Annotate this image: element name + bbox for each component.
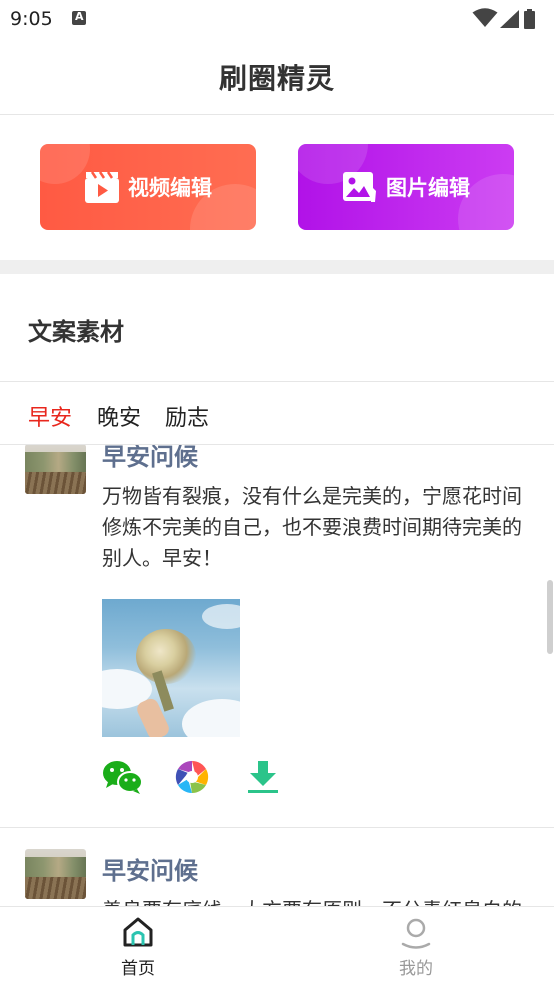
wechat-icon[interactable] [102, 759, 144, 795]
avatar [25, 445, 86, 494]
tab-motivation[interactable]: 励志 [165, 400, 209, 432]
moments-icon[interactable] [174, 759, 210, 795]
nav-mine-label: 我的 [399, 959, 433, 979]
post-text[interactable]: 万物皆有裂痕，没有什么是完美的，宁愿花时间修炼不完美的自己，也不要浪费时间期待完… [102, 481, 522, 574]
section-header: 文案素材 [0, 274, 554, 382]
app-header: 刷圈精灵 [0, 40, 554, 115]
avatar [25, 849, 86, 899]
post-feed[interactable]: 早安问候 万物皆有裂痕，没有什么是完美的，宁愿花时间修炼不完美的自己，也不要浪费… [0, 445, 554, 906]
download-icon[interactable] [246, 759, 280, 795]
image-edit-label: 图片编辑 [386, 176, 470, 200]
tab-night[interactable]: 晚安 [97, 400, 141, 432]
scrollbar[interactable] [547, 580, 553, 654]
wifi-icon [472, 8, 498, 27]
image-edit-button[interactable]: 图片编辑 [298, 144, 514, 230]
post-title: 早安问候 [102, 445, 198, 471]
status-indicators [472, 8, 544, 30]
post-image[interactable] [102, 599, 240, 737]
battery-icon [524, 9, 535, 29]
page-title: 刷圈精灵 [218, 62, 335, 95]
signal-icon [500, 10, 519, 28]
video-clapper-icon [85, 171, 119, 203]
home-icon [123, 917, 153, 947]
a-notification-icon [72, 10, 86, 25]
section-title: 文案素材 [28, 318, 124, 346]
share-actions [102, 759, 302, 799]
section-divider [0, 260, 554, 274]
category-tabs: 早安 晚安 励志 [0, 382, 554, 445]
profile-icon [401, 918, 431, 949]
nav-home-label: 首页 [121, 959, 155, 979]
action-buttons: 视频编辑 图片编辑 [0, 115, 554, 260]
nav-mine[interactable]: 我的 [346, 907, 486, 986]
status-time: 9:05 [10, 8, 53, 30]
nav-home[interactable]: 首页 [68, 907, 208, 986]
video-edit-label: 视频编辑 [128, 176, 212, 200]
image-edit-icon [343, 172, 376, 202]
post-title: 早安问候 [102, 857, 198, 885]
bottom-nav: 首页 我的 [0, 906, 554, 986]
status-bar: 9:05 [0, 0, 554, 40]
tab-morning[interactable]: 早安 [28, 400, 72, 432]
feed-divider [0, 827, 554, 828]
video-edit-button[interactable]: 视频编辑 [40, 144, 256, 230]
post-text[interactable]: 善良要有底线，大方要有原则，不分青红皂白的付出，只会让人得寸进尺。早安！ [102, 895, 522, 906]
